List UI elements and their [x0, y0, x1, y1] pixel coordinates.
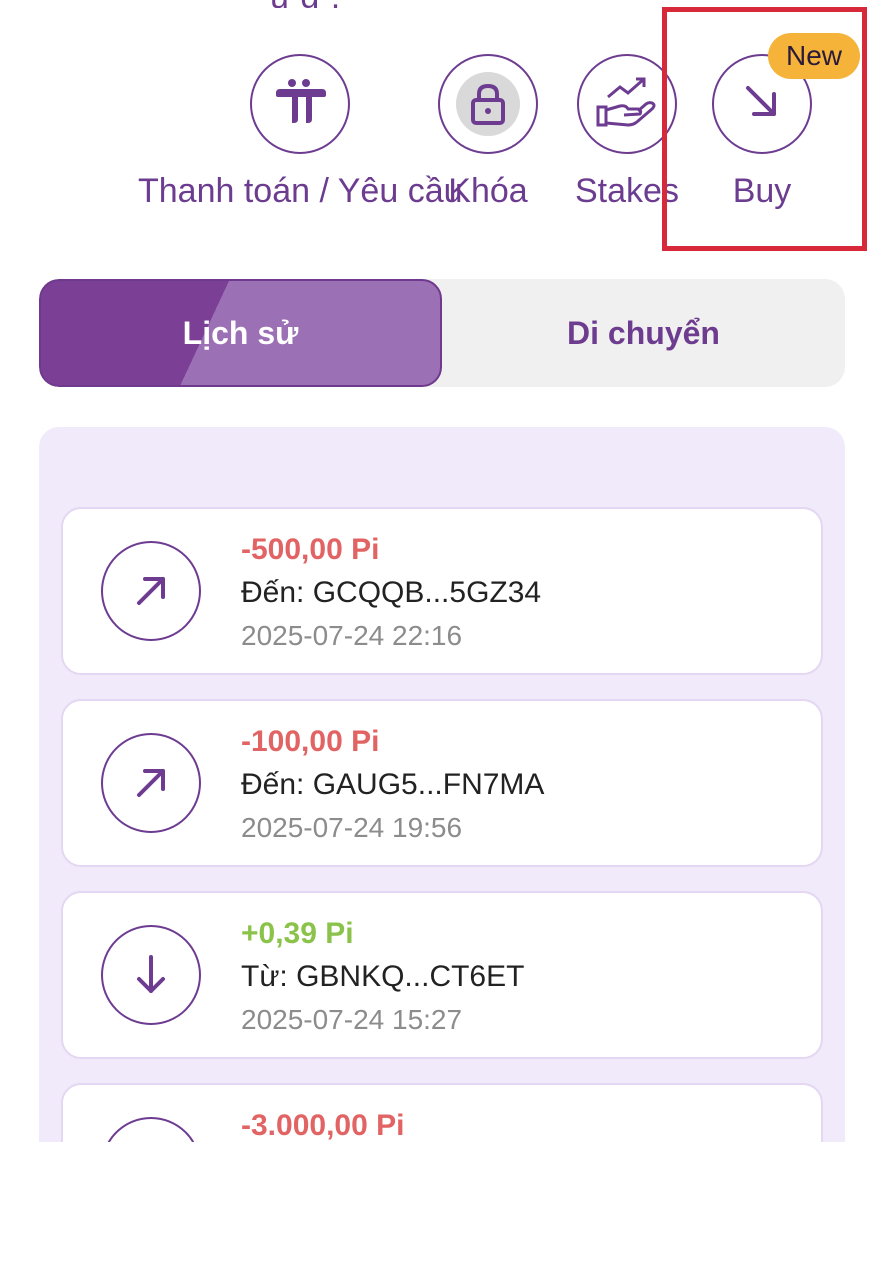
transaction-amount: -100,00 Pi [241, 725, 380, 758]
incoming-arrow-icon [101, 925, 201, 1025]
transaction-date: 2025-07-24 19:56 [241, 812, 463, 843]
transaction-item[interactable]: -3.000,00 Pi [61, 1083, 823, 1142]
pay-request-action[interactable]: Thanh toán / Yêu cầu [138, 54, 463, 211]
transaction-counterparty: Đến: GCQQB...5GZ34 [241, 576, 542, 609]
lock-button[interactable] [438, 54, 538, 154]
tab-history[interactable]: Lịch sử [39, 279, 442, 387]
outgoing-arrow-icon [101, 541, 201, 641]
transaction-counterparty: Đến: GAUG5...FN7MA [241, 768, 545, 801]
transaction-amount: -500,00 Pi [241, 533, 380, 566]
tab-migration[interactable]: Di chuyển [442, 279, 845, 387]
outgoing-arrow-icon [101, 733, 201, 833]
lock-action[interactable]: Khóa [438, 54, 538, 211]
transaction-item[interactable]: +0,39 Pi Từ: GBNKQ...CT6ET 2025-07-24 15… [61, 891, 823, 1059]
quick-actions: Thanh toán / Yêu cầu Khóa Stakes Buy New [0, 0, 885, 251]
transaction-date: 2025-07-24 22:16 [241, 620, 463, 651]
pay-request-button[interactable] [250, 54, 351, 154]
lock-icon [456, 72, 520, 136]
transaction-amount: -3.000,00 Pi [241, 1109, 405, 1142]
pay-request-label: Thanh toán / Yêu cầu [138, 172, 463, 210]
transaction-amount: +0,39 Pi [241, 917, 354, 950]
transaction-item[interactable]: -500,00 Pi Đến: GCQQB...5GZ34 2025-07-24… [61, 507, 823, 675]
stake-hand-icon [594, 73, 660, 136]
pi-logo-icon [270, 77, 330, 132]
transaction-date: 2025-07-24 15:27 [241, 1004, 463, 1035]
transaction-counterparty: Từ: GBNKQ...CT6ET [241, 960, 525, 993]
lock-label: Khóa [448, 172, 528, 210]
outgoing-arrow-icon [101, 1117, 201, 1142]
transaction-item[interactable]: -100,00 Pi Đến: GAUG5...FN7MA 2025-07-24… [61, 699, 823, 867]
highlight-annotation-box [662, 7, 867, 251]
transaction-list: -500,00 Pi Đến: GCQQB...5GZ34 2025-07-24… [39, 427, 845, 1142]
history-tabs: Lịch sử Di chuyển [39, 279, 845, 387]
